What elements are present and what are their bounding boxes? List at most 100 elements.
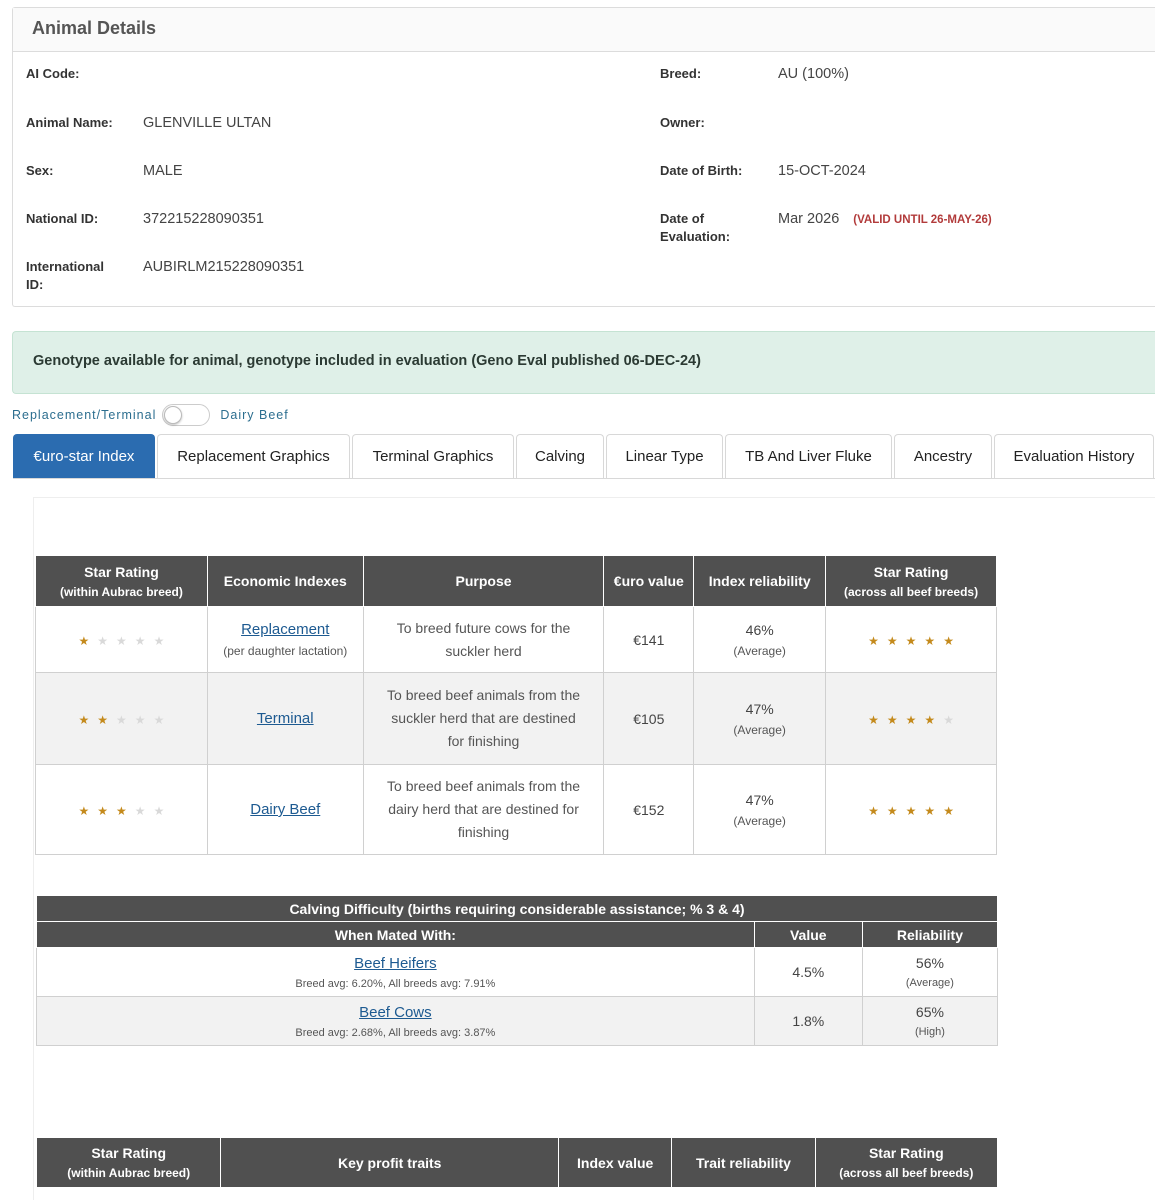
table-row: ★★★★★ Dairy Beef To breed beef animals f… — [35, 764, 997, 855]
reliability-pct: 65% — [915, 1004, 944, 1020]
national-id-label: National ID: — [26, 211, 99, 226]
col-mated-with: When Mated With: — [36, 921, 755, 948]
col-index-value: Index value — [558, 1137, 673, 1188]
terminal-index-link[interactable]: Terminal — [257, 710, 314, 727]
dob-value: 15-OCT-2024 — [778, 163, 866, 179]
star-filled-icon: ★ — [943, 633, 962, 648]
index-reliability: 47% (Average) — [693, 672, 827, 765]
dairy-beef-index-link[interactable]: Dairy Beef — [250, 801, 320, 818]
tab-tb-liver-fluke[interactable]: TB And Liver Fluke — [725, 434, 892, 478]
index-sub-label: (per daughter lactation) — [223, 644, 348, 658]
ai-code-label: AI Code: — [26, 66, 80, 81]
sex-value: MALE — [143, 163, 183, 179]
index-reliability: 46% (Average) — [693, 606, 827, 673]
star-filled-icon: ★ — [924, 803, 944, 818]
beef-heifers-link[interactable]: Beef Heifers — [354, 955, 437, 972]
star-filled-icon: ★ — [886, 712, 906, 727]
eval-date-text: Mar 2026 — [778, 211, 840, 227]
star-filled-icon: ★ — [924, 633, 944, 648]
col-purpose: Purpose — [362, 555, 605, 607]
reliability-level: (Average) — [733, 643, 786, 658]
col-index-reliability: Index reliability — [693, 555, 827, 607]
calving-value: 4.5% — [753, 947, 863, 997]
star-filled-icon: ★ — [905, 712, 925, 727]
star-filled-icon: ★ — [886, 633, 906, 648]
index-toggle-row: Replacement/Terminal Dairy Beef — [12, 404, 289, 426]
star-filled-icon: ★ — [943, 803, 962, 818]
col-euro-value: €uro value — [603, 555, 695, 607]
star-rating-within: ★★★★★ — [79, 804, 173, 818]
col-reliability: Reliability — [861, 921, 999, 948]
key-profit-traits-table: Star Rating (within Aubrac breed) Key pr… — [35, 1137, 999, 1188]
owner-label: Owner: — [660, 115, 705, 130]
international-id-value: AUBIRLM215228090351 — [143, 259, 305, 275]
col-star-within-title: Star Rating — [84, 563, 159, 580]
euro-value: €105 — [603, 672, 695, 765]
purpose-text: To breed beef animals from the suckler h… — [362, 672, 605, 765]
star-rating-within: ★★★★★ — [79, 634, 173, 648]
star-empty-icon: ★ — [116, 712, 135, 727]
animal-name-value: GLENVILLE ULTAN — [143, 115, 272, 131]
dob-label: Date of Birth: — [660, 163, 743, 178]
star-rating-within: ★★★★★ — [79, 713, 173, 727]
euro-value: €141 — [603, 606, 695, 673]
tab-linear-type[interactable]: Linear Type — [606, 434, 723, 478]
col-star-across-title: Star Rating — [868, 1145, 944, 1161]
replacement-index-link[interactable]: Replacement — [241, 621, 329, 638]
table-row: Beef Cows Breed avg: 2.68%, All breeds av… — [36, 996, 999, 1046]
tab-divider — [13, 478, 1155, 479]
table-row: ★★★★★ Terminal To breed beef animals fro… — [35, 672, 997, 765]
genotype-alert: Genotype available for animal, genotype … — [12, 331, 1155, 394]
star-filled-icon: ★ — [868, 712, 887, 727]
tab-calving[interactable]: Calving — [516, 434, 604, 478]
purpose-text: To breed future cows for the suckler her… — [362, 606, 605, 673]
star-empty-icon: ★ — [134, 803, 154, 818]
star-filled-icon: ★ — [905, 633, 925, 648]
col-star-within-sub: (within Aubrac breed) — [59, 584, 183, 599]
table-row: Beef Heifers Breed avg: 6.20%, All breeds… — [36, 947, 999, 997]
calving-reliability: 65% (High) — [861, 996, 999, 1046]
breed-value: AU (100%) — [778, 66, 849, 82]
beef-cows-link[interactable]: Beef Cows — [359, 1004, 432, 1021]
table-row: ★★★★★ Replacement (per daughter lactation… — [35, 606, 997, 673]
tab-content: Star Rating (within Aubrac breed) Econom… — [33, 497, 1155, 1200]
tab-evaluation-history[interactable]: Evaluation History — [994, 434, 1154, 478]
purpose-text: To breed beef animals from the dairy her… — [362, 764, 605, 855]
star-filled-icon: ★ — [78, 803, 98, 818]
tab-ancestry[interactable]: Ancestry — [894, 434, 992, 478]
reliability-pct: 47% — [745, 791, 774, 808]
animal-name-label: Animal Name: — [26, 115, 113, 130]
col-star-within-title: Star Rating — [91, 1145, 167, 1161]
col-star-across: Star Rating (across all beef breeds) — [825, 555, 997, 607]
eval-date-value: Mar 2026 (VALID UNTIL 26-MAY-26) — [778, 210, 992, 229]
tab-terminal-graphics[interactable]: Terminal Graphics — [352, 434, 514, 478]
reliability-level: (Average) — [733, 722, 786, 737]
star-empty-icon: ★ — [153, 712, 173, 727]
calving-reliability: 56% (Average) — [861, 947, 999, 997]
col-star-within-sub: (within Aubrac breed) — [67, 1166, 191, 1180]
star-filled-icon: ★ — [116, 803, 135, 818]
star-rating-across: ★★★★★ — [868, 804, 962, 818]
star-filled-icon: ★ — [78, 712, 98, 727]
star-empty-icon: ★ — [97, 633, 117, 648]
col-star-within: Star Rating (within Aubrac breed) — [35, 1137, 222, 1188]
star-filled-icon: ★ — [97, 712, 117, 727]
international-id-label: International ID: — [26, 259, 105, 292]
col-economic-indexes: Economic Indexes — [206, 555, 364, 607]
calving-difficulty-table: Calving Difficulty (births requiring con… — [36, 895, 999, 1046]
toggle-right-label: Dairy Beef — [220, 408, 289, 422]
panel-title: Animal Details — [13, 8, 1155, 52]
breed-average: Breed avg: 6.20%, All breeds avg: 7.91% — [295, 977, 496, 990]
index-toggle-switch[interactable] — [162, 404, 211, 426]
col-star-across-title: Star Rating — [873, 563, 949, 580]
star-filled-icon: ★ — [886, 803, 906, 818]
tab-replacement-graphics[interactable]: Replacement Graphics — [157, 434, 350, 478]
star-filled-icon: ★ — [924, 712, 944, 727]
col-star-across: Star Rating (across all beef breeds) — [814, 1137, 999, 1188]
col-star-across-sub: (across all beef breeds) — [844, 584, 979, 599]
tab-euro-star-index[interactable]: €uro-star Index — [13, 434, 155, 478]
eval-date-label: Date of Evaluation: — [660, 211, 731, 244]
col-trait-reliability: Trait reliability — [671, 1137, 816, 1188]
star-filled-icon: ★ — [97, 803, 117, 818]
reliability-pct: 56% — [915, 955, 944, 971]
